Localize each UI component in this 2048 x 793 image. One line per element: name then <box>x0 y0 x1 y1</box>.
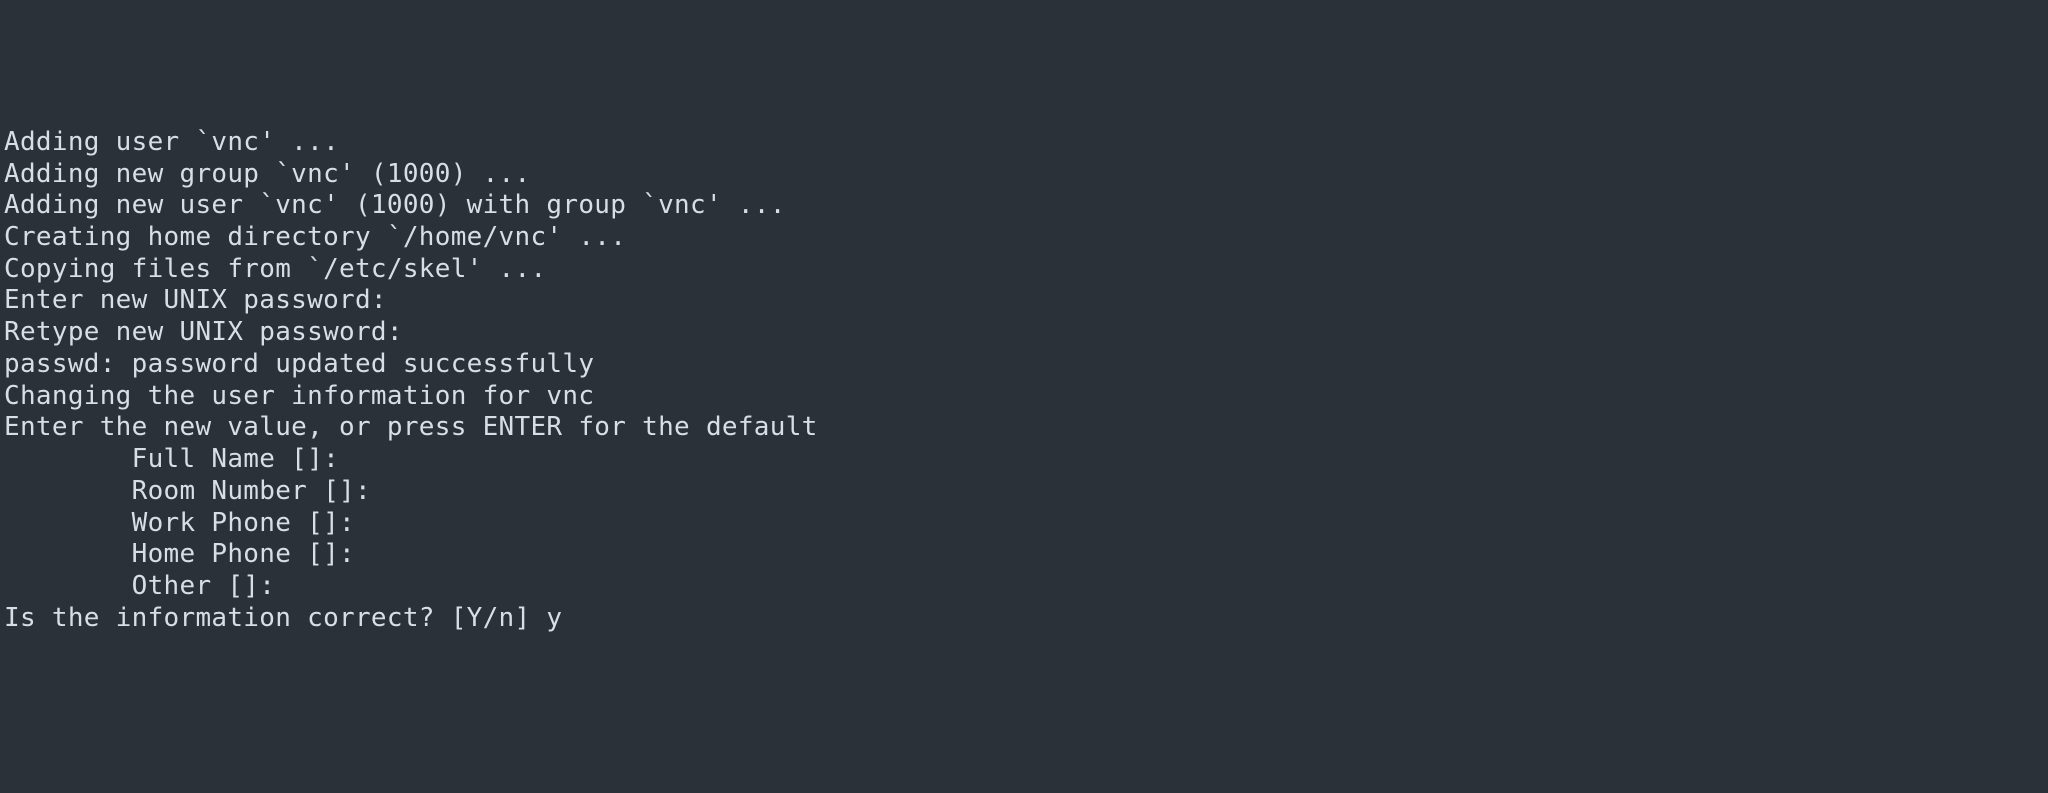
terminal-output[interactable]: Adding user `vnc' ...Adding new group `v… <box>0 127 2048 635</box>
output-line: Adding new group `vnc' (1000) ... <box>4 159 2048 191</box>
output-line: Creating home directory `/home/vnc' ... <box>4 222 2048 254</box>
other-prompt: Other []: <box>4 571 2048 603</box>
output-line: Adding new user `vnc' (1000) with group … <box>4 190 2048 222</box>
full-name-prompt: Full Name []: <box>4 444 2048 476</box>
output-line: passwd: password updated successfully <box>4 349 2048 381</box>
home-phone-prompt: Home Phone []: <box>4 539 2048 571</box>
output-line: Adding user `vnc' ... <box>4 127 2048 159</box>
password-retype-prompt: Retype new UNIX password: <box>4 317 2048 349</box>
room-number-prompt: Room Number []: <box>4 476 2048 508</box>
output-line: Enter the new value, or press ENTER for … <box>4 412 2048 444</box>
confirm-prompt: Is the information correct? [Y/n] y <box>4 603 2048 635</box>
work-phone-prompt: Work Phone []: <box>4 508 2048 540</box>
password-prompt: Enter new UNIX password: <box>4 285 2048 317</box>
output-line: Changing the user information for vnc <box>4 381 2048 413</box>
output-line: Copying files from `/etc/skel' ... <box>4 254 2048 286</box>
